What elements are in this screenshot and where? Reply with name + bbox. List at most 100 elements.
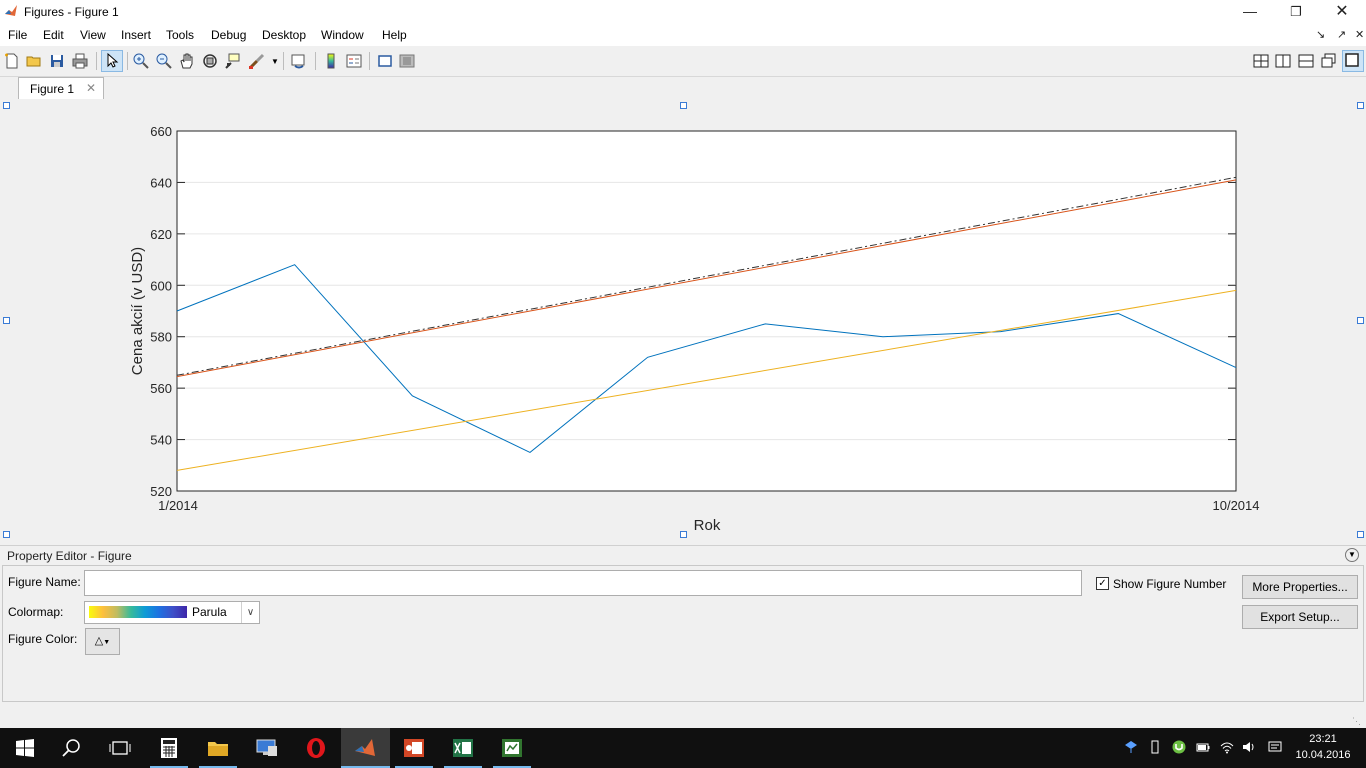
menu-tools[interactable]: Tools [166, 28, 194, 42]
calculator-icon[interactable] [158, 738, 180, 758]
menu-window[interactable]: Window [321, 28, 364, 42]
show-plot-tools-icon[interactable] [398, 52, 416, 70]
selection-handle[interactable] [3, 102, 10, 109]
pan-icon[interactable] [178, 52, 196, 70]
close-button[interactable]: ✕ [1319, 0, 1365, 24]
selection-handle[interactable] [680, 531, 687, 538]
menu-edit[interactable]: Edit [43, 28, 64, 42]
print-icon[interactable] [71, 52, 89, 70]
menu-insert[interactable]: Insert [121, 28, 151, 42]
search-icon[interactable] [61, 738, 83, 758]
selection-handle[interactable] [1357, 317, 1364, 324]
dropbox-icon[interactable] [1124, 740, 1138, 754]
menu-debug[interactable]: Debug [211, 28, 246, 42]
utorrent-icon[interactable] [1172, 740, 1186, 754]
wifi-icon[interactable] [1220, 740, 1234, 754]
menu-view[interactable]: View [80, 28, 106, 42]
show-figure-number-checkbox[interactable]: ✓ [1096, 577, 1109, 590]
selection-handle[interactable] [1357, 531, 1364, 538]
figure-canvas[interactable]: 520 540 560 580 600 620 640 660 1/2014 10/2014 … [0, 99, 1366, 541]
figure-toolbar: ▼ [0, 46, 1366, 77]
menu-file[interactable]: File [8, 28, 27, 42]
dropdown-arrow-icon: ▼ [103, 639, 111, 646]
y-tick-label: 520 [150, 484, 172, 499]
y-tick-label: 660 [150, 124, 172, 139]
y-tick-label: 600 [150, 278, 172, 293]
zoom-out-icon[interactable] [155, 52, 173, 70]
insert-legend-icon[interactable] [345, 52, 363, 70]
show-figure-number-label: Show Figure Number [1113, 577, 1227, 591]
start-icon[interactable] [14, 738, 36, 758]
new-figure-icon[interactable] [3, 52, 21, 70]
selection-handle[interactable] [3, 317, 10, 324]
link-plot-icon[interactable] [290, 52, 308, 70]
dock-arrow-icon[interactable]: ↘ [1316, 28, 1325, 41]
tab-close-icon[interactable]: ✕ [86, 81, 96, 95]
matlab-app-icon [4, 4, 18, 18]
powerpoint-icon[interactable] [403, 738, 425, 758]
save-icon[interactable] [48, 52, 66, 70]
toolbar-separator [315, 52, 316, 70]
menu-desktop[interactable]: Desktop [262, 28, 306, 42]
minimize-icon: — [1243, 3, 1257, 19]
line-chart[interactable]: 520540560580600620640660 1/2014 10/2014 … [0, 99, 1366, 541]
file-explorer-icon[interactable] [207, 738, 229, 758]
edit-plot-icon[interactable] [101, 50, 123, 72]
remote-desktop-icon[interactable] [256, 738, 278, 758]
insert-colorbar-icon[interactable] [322, 52, 340, 70]
figure-name-input[interactable] [84, 570, 1082, 596]
y-tick-labels: 520 540 560 580 600 620 640 660 [150, 124, 172, 499]
tab-figure-1[interactable]: Figure 1 ✕ [18, 77, 104, 100]
y-tick-label: 640 [150, 175, 172, 190]
matlab-icon[interactable] [354, 738, 376, 758]
float-icon[interactable] [1320, 52, 1338, 70]
brush-dropdown-icon[interactable]: ▼ [271, 57, 279, 66]
maximize-icon[interactable] [1342, 50, 1364, 72]
close-panel-icon[interactable]: ✕ [1355, 28, 1364, 41]
battery-icon[interactable] [1196, 740, 1210, 754]
window-title: Figures - Figure 1 [24, 5, 119, 19]
zoom-in-icon[interactable] [132, 52, 150, 70]
open-icon[interactable] [25, 52, 43, 70]
collapse-icon[interactable]: ▼ [1345, 548, 1359, 562]
rotate-3d-icon[interactable] [201, 52, 219, 70]
y-tick-label: 620 [150, 227, 172, 242]
usb-icon[interactable] [1148, 740, 1162, 754]
top-bottom-icon[interactable] [1297, 52, 1315, 70]
restore-button[interactable]: ❐ [1273, 0, 1319, 24]
more-properties-button[interactable]: More Properties... [1242, 575, 1358, 599]
data-cursor-icon[interactable] [224, 52, 242, 70]
opera-icon[interactable] [305, 738, 327, 758]
excel-icon[interactable] [452, 738, 474, 758]
x-tick-label: 10/2014 [1213, 498, 1260, 513]
colormap-select[interactable]: Parula ∨ [84, 601, 260, 624]
close-icon: ✕ [1335, 3, 1349, 20]
tile-grid-icon[interactable] [1252, 52, 1270, 70]
action-center-icon[interactable] [1268, 740, 1282, 754]
minimize-button[interactable]: — [1227, 0, 1273, 24]
clock-date[interactable]: 10.04.2016 [1294, 749, 1352, 761]
selection-handle[interactable] [1357, 102, 1364, 109]
task-view-icon[interactable] [109, 738, 131, 758]
x-tick-label: 1/2014 [158, 498, 198, 513]
clock-time[interactable]: 23:21 [1296, 733, 1350, 745]
brush-icon[interactable] [248, 52, 266, 70]
paint-bucket-icon: △ [94, 635, 104, 647]
hide-plot-tools-icon[interactable] [376, 52, 394, 70]
export-setup-button[interactable]: Export Setup... [1242, 605, 1358, 629]
title-bar: Figures - Figure 1 — ❐ ✕ [0, 0, 1366, 24]
y-tick-label: 560 [150, 381, 172, 396]
resize-grip-icon[interactable]: ⋱ [1352, 716, 1361, 727]
project-icon[interactable] [501, 738, 523, 758]
menu-help[interactable]: Help [382, 28, 407, 42]
x-axis-label: Rok [694, 517, 721, 534]
volume-icon[interactable] [1242, 740, 1256, 754]
left-right-icon[interactable] [1274, 52, 1292, 70]
chevron-down-icon[interactable]: ∨ [241, 602, 259, 623]
undock-icon[interactable]: ↗ [1337, 28, 1346, 41]
menu-bar: File Edit View Insert Tools Debug Deskto… [0, 24, 1366, 46]
figure-color-button[interactable]: △▼ [85, 628, 120, 655]
colormap-value: Parula [192, 605, 227, 619]
selection-handle[interactable] [680, 102, 687, 109]
selection-handle[interactable] [3, 531, 10, 538]
